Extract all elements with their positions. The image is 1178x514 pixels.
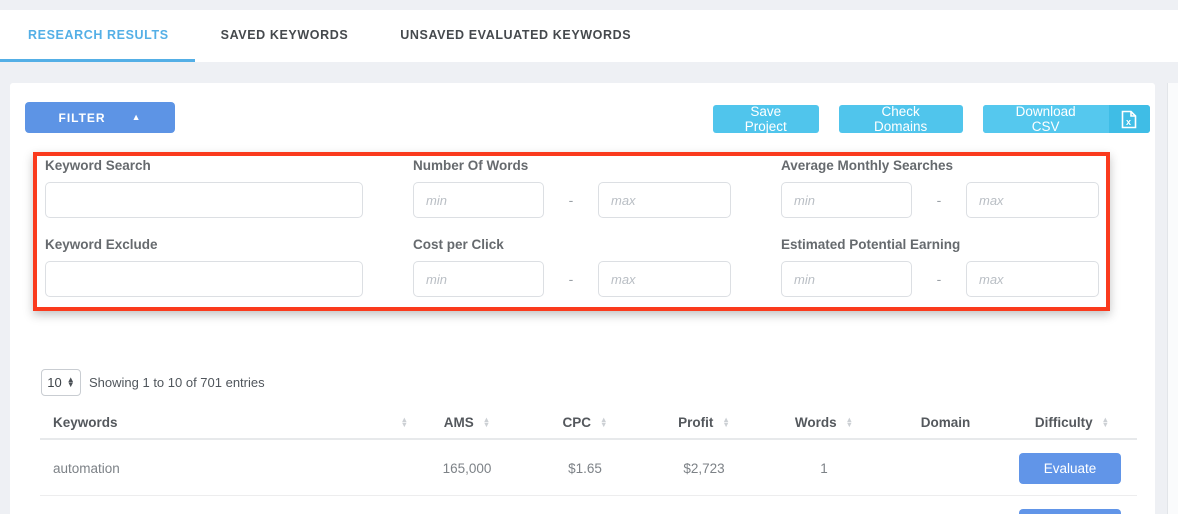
cell-cpc: $1.65 xyxy=(568,461,602,476)
average-monthly-searches-max-input[interactable] xyxy=(966,182,1099,218)
average-monthly-searches-group: Average Monthly Searches - xyxy=(781,158,1099,218)
keyword-exclude-label: Keyword Exclude xyxy=(45,237,158,252)
estimated-potential-earning-min-input[interactable] xyxy=(781,261,912,297)
tab-unsaved-evaluated-keywords[interactable]: UNSAVED EVALUATED KEYWORDS xyxy=(374,10,657,62)
keyword-search-input[interactable] xyxy=(45,182,363,218)
sort-icon[interactable]: ▲ ▼ xyxy=(401,416,408,427)
check-domains-button[interactable]: Check Domains xyxy=(838,104,963,134)
cell-keyword: automation xyxy=(53,461,120,476)
tab-saved-keywords[interactable]: SAVED KEYWORDS xyxy=(195,10,375,62)
column-header-profit[interactable]: Profit ▲ ▼ xyxy=(644,415,764,430)
estimated-potential-earning-max-input[interactable] xyxy=(966,261,1099,297)
estimated-potential-earning-group: Estimated Potential Earning - xyxy=(781,237,1099,297)
range-separator: - xyxy=(568,192,574,208)
tab-bar: RESEARCH RESULTS SAVED KEYWORDS UNSAVED … xyxy=(0,10,1178,62)
table-row: automation 165,000 $1.65 $2,723 1 Evalua… xyxy=(40,442,1137,496)
keyword-exclude-group: Keyword Exclude xyxy=(45,237,363,297)
save-project-button[interactable]: Save Project xyxy=(713,104,819,134)
csv-file-icon: x xyxy=(1108,105,1150,133)
tab-label: RESEARCH RESULTS xyxy=(28,27,169,42)
tab-label: SAVED KEYWORDS xyxy=(220,27,349,42)
save-project-label: Save Project xyxy=(744,104,787,134)
column-header-cpc[interactable]: CPC ▲ ▼ xyxy=(526,415,644,430)
estimated-potential-earning-label: Estimated Potential Earning xyxy=(781,237,961,252)
sort-icon[interactable]: ▲ ▼ xyxy=(846,416,853,427)
number-of-words-group: Number Of Words - xyxy=(413,158,731,218)
average-monthly-searches-min-input[interactable] xyxy=(781,182,912,218)
sort-icon[interactable]: ▲ ▼ xyxy=(483,416,490,427)
column-header-difficulty[interactable]: Difficulty ▲ ▼ xyxy=(1007,415,1137,430)
column-label: AMS xyxy=(443,415,474,430)
sort-icon[interactable]: ▲ ▼ xyxy=(1102,416,1109,427)
filter-button-label: FILTER xyxy=(58,110,106,125)
column-label: Profit xyxy=(678,415,714,430)
cost-per-click-min-input[interactable] xyxy=(413,261,544,297)
range-separator: - xyxy=(568,271,574,287)
cell-profit: $2,723 xyxy=(683,461,725,476)
tab-research-results[interactable]: RESEARCH RESULTS xyxy=(0,10,195,62)
keyword-search-group: Keyword Search xyxy=(45,158,363,218)
column-label: Words xyxy=(794,415,837,430)
vertical-scrollbar[interactable] xyxy=(1167,83,1178,514)
column-header-keywords[interactable]: Keywords ▲ ▼ xyxy=(40,415,408,430)
range-separator: - xyxy=(936,192,942,208)
column-header-words[interactable]: Words ▲ ▼ xyxy=(764,415,884,430)
column-header-domain[interactable]: Domain xyxy=(884,415,1007,430)
showing-entries-text: Showing 1 to 10 of 701 entries xyxy=(89,375,265,390)
table-header-row: Keywords ▲ ▼ AMS ▲ ▼ CPC ▲ ▼ Profit ▲ ▼ Word… xyxy=(40,407,1137,440)
cost-per-click-label: Cost per Click xyxy=(413,237,504,252)
download-csv-button[interactable]: Download CSV x xyxy=(982,105,1150,133)
stepper-arrows-icon: ▲ ▼ xyxy=(66,375,75,389)
main-panel: FILTER ▲ Save Project Check Domains Down… xyxy=(10,83,1155,514)
cell-words: 1 xyxy=(820,461,828,476)
column-label: Difficulty xyxy=(1034,415,1093,430)
cost-per-click-max-input[interactable] xyxy=(598,261,731,297)
column-label: CPC xyxy=(562,415,592,430)
number-of-words-label: Number Of Words xyxy=(413,158,529,173)
table-row: email marketing 74,000 $15.66 $11,588 2 … xyxy=(40,497,1137,514)
caret-up-icon: ▲ xyxy=(131,112,142,122)
average-monthly-searches-label: Average Monthly Searches xyxy=(781,158,954,173)
number-of-words-max-input[interactable] xyxy=(598,182,731,218)
filter-panel: Keyword Search Number Of Words - Average… xyxy=(33,152,1110,311)
cost-per-click-group: Cost per Click - xyxy=(413,237,731,297)
sort-icon[interactable]: ▲ ▼ xyxy=(722,416,729,427)
download-csv-label: Download CSV xyxy=(982,105,1109,133)
page-size-value: 10 xyxy=(47,375,62,390)
svg-text:x: x xyxy=(1126,117,1131,127)
page-size-select[interactable]: 10 ▲ ▼ xyxy=(41,369,81,396)
sort-icon[interactable]: ▲ ▼ xyxy=(600,416,607,427)
tab-label: UNSAVED EVALUATED KEYWORDS xyxy=(400,27,632,42)
evaluate-button[interactable]: Evaluate xyxy=(1019,453,1121,484)
number-of-words-min-input[interactable] xyxy=(413,182,544,218)
column-header-ams[interactable]: AMS ▲ ▼ xyxy=(408,415,526,430)
column-label: Domain xyxy=(920,415,971,430)
keyword-search-label: Keyword Search xyxy=(45,158,151,173)
column-label: Keywords xyxy=(53,415,118,430)
check-domains-label: Check Domains xyxy=(873,104,928,134)
keyword-exclude-input[interactable] xyxy=(45,261,363,297)
cell-ams: 165,000 xyxy=(442,461,492,476)
filter-toggle-button[interactable]: FILTER ▲ xyxy=(25,102,175,133)
toolbar-actions: Save Project Check Domains Download CSV … xyxy=(713,104,1150,134)
evaluate-button[interactable]: Evaluate xyxy=(1019,508,1121,514)
range-separator: - xyxy=(936,271,942,287)
